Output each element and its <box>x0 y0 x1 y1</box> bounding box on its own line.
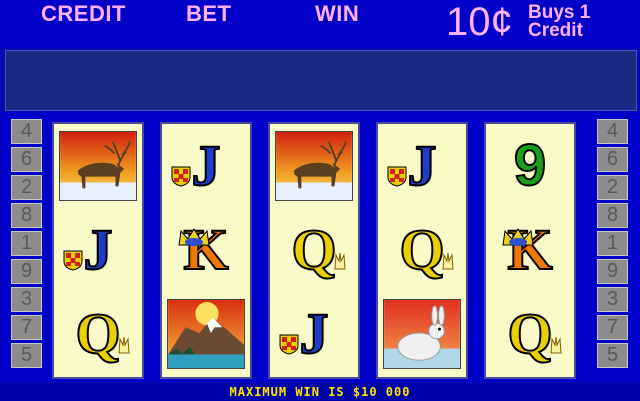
symbol-j-icon: J <box>387 136 438 196</box>
payline-number[interactable]: 9 <box>597 259 628 284</box>
symbol-letter: Q <box>74 301 121 366</box>
payline-number[interactable]: 2 <box>597 175 628 200</box>
payline-number[interactable]: 9 <box>11 259 42 284</box>
symbol-letter: J <box>299 301 330 366</box>
symbol-letter: 9 <box>513 133 547 198</box>
bet-label: BET <box>186 1 232 26</box>
symbol-q-icon: Q <box>398 220 454 280</box>
reel-symbol <box>270 124 358 208</box>
reel-symbol <box>378 292 466 376</box>
symbol-k-icon: K <box>178 220 230 280</box>
payline-number[interactable]: 3 <box>11 287 42 312</box>
payline-number[interactable]: 2 <box>11 175 42 200</box>
payline-number[interactable]: 7 <box>11 315 42 340</box>
symbol-q-icon: Q <box>74 304 130 364</box>
snow-hare-icon <box>383 299 461 369</box>
reel-3: QJ <box>268 122 360 379</box>
buys-line-2: Credit <box>528 20 583 41</box>
reel-symbol: J <box>378 124 466 208</box>
buys-credit-label: Buys 1 Credit <box>528 3 590 41</box>
symbol-letter: Q <box>506 301 553 366</box>
reel-symbol: J <box>162 124 250 208</box>
reel-symbol: 9 <box>486 124 574 208</box>
payline-number[interactable]: 6 <box>11 147 42 172</box>
symbol-j-icon: J <box>171 136 222 196</box>
reel-4: JQ <box>376 122 468 379</box>
caribou-icon <box>59 131 137 201</box>
crown-icon <box>501 201 535 246</box>
crest-icon <box>170 139 192 187</box>
queen-crown-icon <box>441 223 455 270</box>
symbol-letter: Q <box>290 217 337 282</box>
reel-2: JK <box>160 122 252 379</box>
payline-number[interactable]: 1 <box>11 231 42 256</box>
payline-numbers-right: 4 6 2 8 1 9 3 7 5 <box>597 119 628 371</box>
payline-number[interactable]: 8 <box>11 203 42 228</box>
payline-numbers-left: 4 6 2 8 1 9 3 7 5 <box>11 119 42 371</box>
win-label: WIN <box>315 1 360 26</box>
symbol-letter: J <box>83 217 114 282</box>
symbol-letter: Q <box>398 217 445 282</box>
reel-1: JQ <box>52 122 144 379</box>
crest-icon <box>278 307 300 355</box>
symbol-nine-icon: 9 <box>513 136 547 196</box>
denomination-label: 10¢ <box>446 0 513 44</box>
mountain-icon <box>167 299 245 369</box>
reel-symbol: Q <box>378 208 466 292</box>
caribou-icon <box>275 131 353 201</box>
crest-icon <box>386 139 408 187</box>
payline-number[interactable]: 5 <box>11 343 42 368</box>
payline-number[interactable]: 8 <box>597 203 628 228</box>
payline-number[interactable]: 6 <box>597 147 628 172</box>
credit-label: CREDIT <box>41 1 126 26</box>
symbol-k-icon: K <box>502 220 554 280</box>
reel-symbol: J <box>54 208 142 292</box>
payline-number[interactable]: 4 <box>11 119 42 144</box>
payline-number[interactable]: 7 <box>597 315 628 340</box>
payline-number[interactable]: 5 <box>597 343 628 368</box>
payline-number[interactable]: 3 <box>597 287 628 312</box>
reel-symbol: K <box>162 208 250 292</box>
maximum-win-text: MAXIMUM WIN IS $10 000 <box>229 385 411 399</box>
reel-symbol: K <box>486 208 574 292</box>
queen-crown-icon <box>117 307 131 354</box>
reel-symbol: Q <box>270 208 358 292</box>
crown-icon <box>177 201 211 246</box>
reel-symbol: J <box>270 292 358 376</box>
reel-symbol: Q <box>54 292 142 376</box>
reel-symbol <box>162 292 250 376</box>
reel-symbol <box>54 124 142 208</box>
reel-symbol: Q <box>486 292 574 376</box>
slot-machine-screen: CREDIT BET WIN 10¢ Buys 1 Credit 4 6 2 8… <box>0 0 640 401</box>
symbol-letter: J <box>407 133 438 198</box>
payline-number[interactable]: 1 <box>597 231 628 256</box>
symbol-q-icon: Q <box>506 304 562 364</box>
queen-crown-icon <box>549 307 563 354</box>
crest-icon <box>62 223 84 271</box>
symbol-q-icon: Q <box>290 220 346 280</box>
payline-number[interactable]: 4 <box>597 119 628 144</box>
symbol-letter: J <box>191 133 222 198</box>
message-bar <box>5 50 637 111</box>
symbol-j-icon: J <box>279 304 330 364</box>
reel-5: 9 KQ <box>484 122 576 379</box>
queen-crown-icon <box>333 223 347 270</box>
symbol-j-icon: J <box>63 220 114 280</box>
